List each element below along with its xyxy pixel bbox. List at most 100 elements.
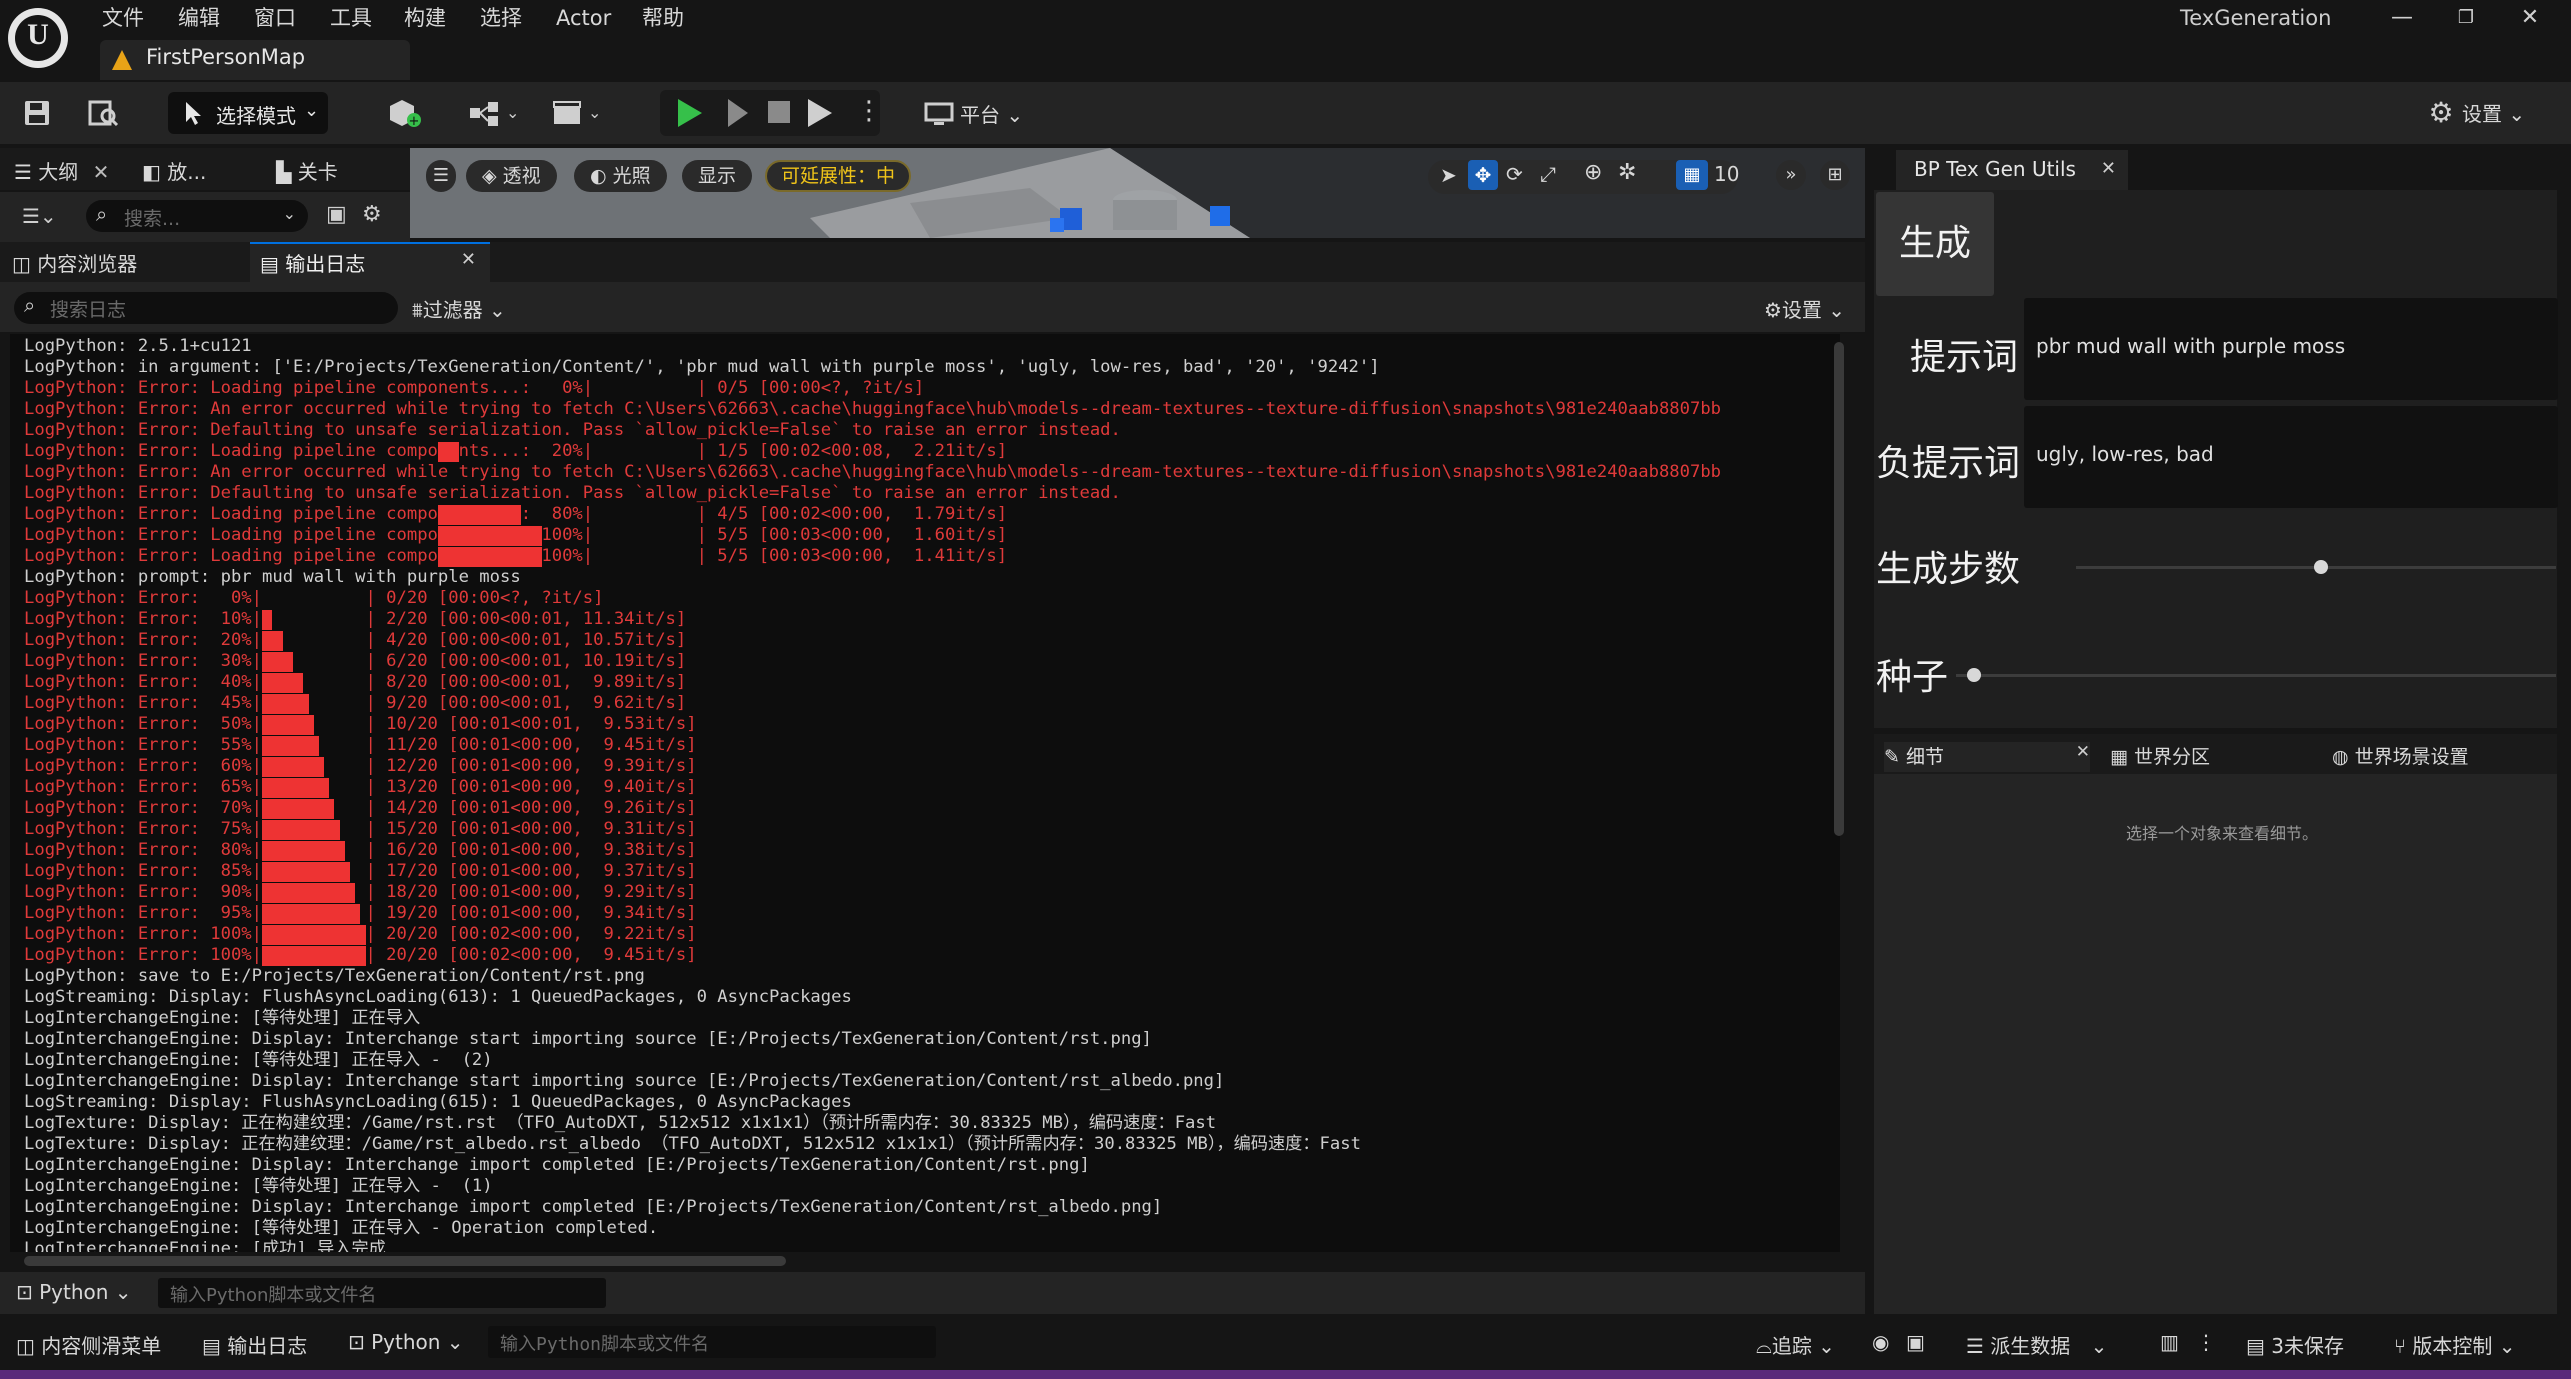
- unsaved-button[interactable]: ▤ 3未保存: [2246, 1330, 2344, 1359]
- log-filter-menu[interactable]: ⩩过滤器 ⌄: [412, 294, 506, 323]
- tab-world-partition[interactable]: ▦ 世界分区: [2110, 742, 2210, 769]
- show-button[interactable]: 显示: [682, 160, 753, 192]
- select-mode-button[interactable]: 选择模式 ⌄: [168, 92, 328, 134]
- tab-output-log[interactable]: ▤ 输出日志 ✕: [250, 242, 490, 282]
- log-line-text: LogPython: Error: Defaulting to unsafe s…: [24, 420, 1121, 440]
- browse-icon[interactable]: [86, 96, 120, 130]
- menu-tools[interactable]: 工具: [330, 2, 372, 34]
- menu-help[interactable]: 帮助: [642, 2, 684, 34]
- window-title: TexGeneration: [2180, 6, 2332, 30]
- python-console-select[interactable]: ⊡ Python ⌄: [348, 1330, 464, 1354]
- perspective-button[interactable]: ◈ 透视: [466, 160, 557, 192]
- tab-content-browser[interactable]: ◫ 内容浏览器: [0, 242, 250, 282]
- log-line-text: LogPython: Error: 85%| | 17/20 [00:01<00…: [24, 861, 697, 881]
- maximize-button[interactable]: ❐: [2436, 0, 2496, 36]
- log-line: LogPython: Error: 90%| | 18/20 [00:01<00…: [24, 882, 1721, 903]
- more-options-icon[interactable]: ⋮: [2196, 1330, 2216, 1354]
- close-tab-icon[interactable]: ✕: [461, 249, 476, 270]
- pencil-icon: ✎: [1884, 746, 1900, 768]
- log-settings-menu[interactable]: ⚙设置 ⌄: [1764, 294, 1845, 323]
- outliner-search-input[interactable]: ⌕ 搜索... ⌄: [86, 200, 308, 232]
- menu-file[interactable]: 文件: [102, 2, 144, 34]
- settings-gear-icon[interactable]: ⚙: [2424, 96, 2458, 130]
- tab-details[interactable]: ✎ 细节 ✕: [1884, 742, 2090, 772]
- tab-outliner[interactable]: ☰ 大纲 ✕: [14, 156, 109, 185]
- grid-snap-value[interactable]: 10: [1714, 162, 1739, 186]
- scalability-badge[interactable]: 可延展性：中: [765, 160, 912, 192]
- tab-bp-tex-gen-utils[interactable]: BP Tex Gen Utils ✕: [1896, 150, 2128, 190]
- output-log-panel[interactable]: LogPython: 2.5.1+cu121 LogPython: in argu…: [10, 334, 1840, 1252]
- cinematics-icon[interactable]: ⌄: [550, 96, 601, 130]
- menu-window[interactable]: 窗口: [254, 2, 296, 34]
- surface-snap-icon[interactable]: ✲: [1618, 160, 1636, 185]
- play-icon[interactable]: [678, 99, 702, 127]
- log-horizontal-scrollbar[interactable]: [24, 1256, 786, 1266]
- cursor-icon: [186, 102, 201, 125]
- grid-snap-icon[interactable]: ▦: [1676, 160, 1708, 190]
- output-log-button[interactable]: ▤ 输出日志: [202, 1330, 307, 1359]
- record-icon[interactable]: ◉: [1872, 1330, 1889, 1354]
- platform-menu[interactable]: 平台 ⌄: [960, 99, 1023, 128]
- tab-levels[interactable]: ▙ 关卡: [276, 156, 338, 185]
- prompt-input[interactable]: pbr mud wall with purple moss: [2024, 298, 2558, 400]
- play-options-icon[interactable]: ⋮: [856, 96, 882, 126]
- menu-edit[interactable]: 编辑: [178, 2, 220, 34]
- menu-actor[interactable]: Actor: [556, 2, 611, 34]
- move-tool-icon[interactable]: ✥: [1468, 160, 1498, 190]
- step-icon[interactable]: [728, 99, 748, 127]
- menu-build[interactable]: 构建: [404, 2, 446, 34]
- stop-icon[interactable]: [768, 101, 790, 123]
- scale-tool-icon[interactable]: ⤢: [1540, 162, 1556, 186]
- log-vertical-scrollbar[interactable]: [1834, 342, 1844, 836]
- log-line: LogPython: Error: 75%| | 15/20 [00:01<00…: [24, 819, 1721, 840]
- insights-icon[interactable]: ▣: [1906, 1330, 1925, 1354]
- progress-bar-fill: [262, 694, 309, 714]
- save-icon[interactable]: [20, 96, 54, 130]
- steps-slider-handle[interactable]: [2313, 560, 2328, 574]
- negative-prompt-input[interactable]: ugly, low-res, bad: [2024, 406, 2558, 508]
- minimize-button[interactable]: —: [2372, 0, 2432, 36]
- eject-icon[interactable]: [808, 99, 832, 127]
- statusbar-command-input[interactable]: 输入Python脚本或文件名: [488, 1326, 936, 1358]
- level-tab[interactable]: FirstPersonMap: [100, 40, 410, 80]
- log-line-text: LogPython: Error: An error occurred whil…: [24, 399, 1722, 419]
- tab-world-settings[interactable]: ◍ 世界场景设置: [2332, 742, 2469, 769]
- select-tool-icon[interactable]: ➤: [1440, 163, 1457, 187]
- command-placeholder: 输入Python脚本或文件名: [170, 1285, 377, 1306]
- log-line-text: LogPython: Error: 10%| | 2/20 [00:00<00:…: [24, 609, 687, 629]
- generate-button[interactable]: 生成: [1876, 192, 1994, 296]
- content-drawer-button[interactable]: ◫ 内容侧滑菜单: [16, 1330, 161, 1359]
- viewport-menu-icon[interactable]: ☰: [426, 160, 456, 192]
- python-command-input[interactable]: 输入Python脚本或文件名: [158, 1278, 606, 1308]
- network-icon[interactable]: ▥: [2160, 1330, 2179, 1354]
- close-window-button[interactable]: ✕: [2500, 0, 2560, 36]
- derived-data-menu[interactable]: ☰ 派生数据 ⌄: [1966, 1330, 2107, 1359]
- platform-icon[interactable]: [922, 96, 956, 130]
- rotate-tool-icon[interactable]: ⟳: [1506, 162, 1523, 186]
- unreal-logo[interactable]: U: [8, 8, 68, 68]
- close-tab-icon[interactable]: ✕: [2101, 158, 2116, 179]
- world-local-icon[interactable]: ⊕: [1584, 160, 1602, 185]
- progress-bar-fill: [262, 757, 325, 777]
- trace-menu[interactable]: ⌓追踪 ⌄: [1756, 1330, 1835, 1359]
- lighting-button[interactable]: ◐ 光照: [574, 160, 667, 192]
- log-line-text: LogInterchangeEngine: Display: Interchan…: [24, 1155, 1090, 1175]
- settings-menu[interactable]: 设置 ⌄: [2462, 98, 2525, 127]
- seed-slider[interactable]: [1956, 674, 2556, 677]
- viewport-layout-icon[interactable]: ⊞: [1820, 160, 1850, 190]
- seed-slider-handle[interactable]: [1967, 668, 1981, 682]
- command-type-select[interactable]: ⊡ Python ⌄: [16, 1280, 132, 1304]
- folder-add-icon[interactable]: ▣: [326, 202, 347, 227]
- log-search-input[interactable]: ⌕ 搜索日志: [14, 292, 398, 324]
- log-line: LogPython: Error: 55%| | 11/20 [00:01<00…: [24, 735, 1721, 756]
- more-tools-icon[interactable]: »: [1776, 160, 1806, 190]
- tab-place[interactable]: ◧ 放...: [142, 156, 206, 185]
- add-actor-icon[interactable]: +: [386, 96, 421, 130]
- filter-icon[interactable]: ☰⌄: [22, 204, 57, 228]
- gear-icon[interactable]: ⚙: [362, 202, 382, 227]
- blueprint-icon[interactable]: ⌄: [466, 96, 519, 130]
- source-control-menu[interactable]: ⑂ 版本控制 ⌄: [2394, 1330, 2515, 1359]
- close-tab-icon[interactable]: ✕: [2076, 742, 2090, 762]
- menu-select[interactable]: 选择: [480, 2, 522, 34]
- svg-text:⌄: ⌄: [506, 103, 519, 122]
